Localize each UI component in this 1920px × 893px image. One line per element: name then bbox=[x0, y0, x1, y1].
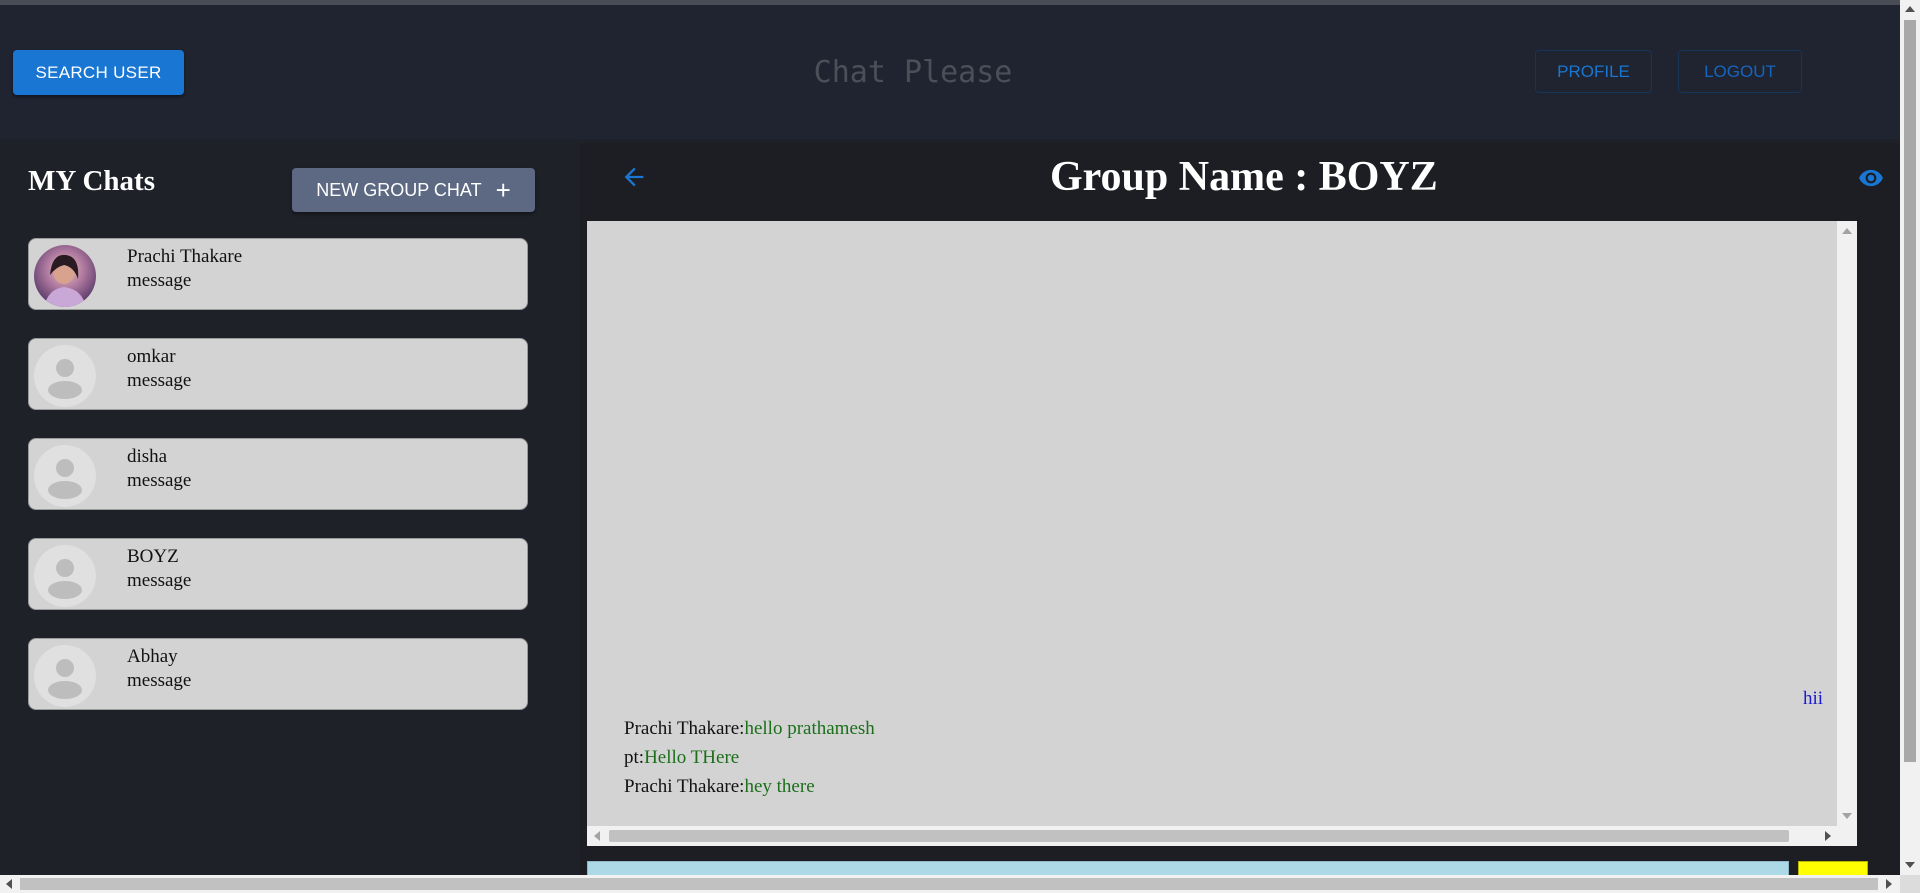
new-group-chat-button[interactable]: NEW GROUP CHAT + bbox=[292, 168, 535, 212]
message-row: pt:Hello THere bbox=[624, 747, 739, 769]
chat-name: Prachi Thakare bbox=[127, 246, 243, 267]
scrollbar-corner bbox=[1900, 875, 1920, 893]
chat-list-item[interactable]: Prachi Thakare message bbox=[28, 238, 528, 310]
chat-preview: message bbox=[127, 470, 192, 491]
chat-preview: message bbox=[127, 270, 192, 291]
chat-list-item[interactable]: BOYZ message bbox=[28, 538, 528, 610]
scroll-down-arrow-icon[interactable] bbox=[1905, 862, 1915, 868]
message-horizontal-scrollbar[interactable] bbox=[587, 826, 1857, 846]
scroll-right-arrow-icon[interactable] bbox=[1886, 879, 1892, 889]
chat-preview: message bbox=[127, 370, 192, 391]
chat-list-item[interactable]: Abhay message bbox=[28, 638, 528, 710]
eye-icon[interactable] bbox=[1858, 165, 1884, 191]
scroll-right-arrow-icon[interactable] bbox=[1825, 831, 1831, 841]
message-vertical-scrollbar[interactable] bbox=[1837, 221, 1857, 826]
message-list[interactable]: hii Prachi Thakare:hello prathamesh pt:H… bbox=[587, 221, 1857, 846]
logout-button[interactable]: LOGOUT bbox=[1678, 50, 1802, 93]
search-user-button[interactable]: SEARCH USER bbox=[13, 50, 184, 95]
scrollbar-thumb[interactable] bbox=[609, 830, 1789, 842]
my-chats-panel: MY Chats NEW GROUP CHAT + Prachi Thakare… bbox=[5, 143, 580, 893]
own-message: hii bbox=[1802, 688, 1823, 709]
new-group-chat-label: NEW GROUP CHAT bbox=[316, 179, 482, 200]
default-user-icon bbox=[34, 445, 96, 507]
chat-panel: Group Name : BOYZ hii Prachi Thakare:hel… bbox=[580, 143, 1900, 893]
chat-name: BOYZ bbox=[127, 546, 179, 567]
message-sender: Prachi Thakare: bbox=[624, 776, 745, 797]
scroll-left-arrow-icon[interactable] bbox=[594, 831, 600, 841]
my-chats-title: MY Chats bbox=[28, 165, 156, 197]
message-row: Prachi Thakare:hello prathamesh bbox=[624, 718, 875, 740]
message-text: hello prathamesh bbox=[744, 718, 875, 739]
page-horizontal-scrollbar[interactable] bbox=[0, 875, 1900, 893]
scrollbar-thumb[interactable] bbox=[1904, 20, 1916, 762]
default-user-icon bbox=[34, 645, 96, 707]
message-sender: pt: bbox=[624, 747, 645, 768]
message-row: Prachi Thakare:hey there bbox=[624, 776, 815, 798]
scroll-up-arrow-icon[interactable] bbox=[1842, 228, 1852, 234]
chat-title: Group Name : BOYZ bbox=[1050, 154, 1438, 200]
chat-list-item[interactable]: omkar message bbox=[28, 338, 528, 410]
default-user-icon bbox=[34, 345, 96, 407]
avatar-photo bbox=[34, 245, 96, 307]
default-user-icon bbox=[34, 545, 96, 607]
chat-name: Abhay bbox=[127, 646, 178, 667]
chat-preview: message bbox=[127, 570, 192, 591]
chat-name: disha bbox=[127, 446, 168, 467]
chat-list-item[interactable]: disha message bbox=[28, 438, 528, 510]
profile-button[interactable]: PROFILE bbox=[1535, 50, 1652, 93]
chat-name: omkar bbox=[127, 346, 176, 367]
avatar bbox=[34, 245, 96, 307]
scroll-down-arrow-icon[interactable] bbox=[1842, 813, 1852, 819]
scroll-up-arrow-icon[interactable] bbox=[1905, 6, 1915, 12]
message-sender: Prachi Thakare: bbox=[624, 718, 745, 739]
chat-preview: message bbox=[127, 670, 192, 691]
arrow-back-icon[interactable] bbox=[620, 163, 648, 191]
scrollbar-thumb[interactable] bbox=[20, 878, 1878, 890]
app-title: Chat Please bbox=[813, 55, 1013, 90]
message-text: Hello THere bbox=[644, 747, 740, 768]
scroll-left-arrow-icon[interactable] bbox=[6, 879, 12, 889]
plus-icon: + bbox=[495, 175, 511, 205]
app-header: SEARCH USER Chat Please PROFILE LOGOUT bbox=[0, 5, 1900, 139]
page-vertical-scrollbar[interactable] bbox=[1900, 0, 1920, 875]
message-text: hey there bbox=[744, 776, 815, 797]
